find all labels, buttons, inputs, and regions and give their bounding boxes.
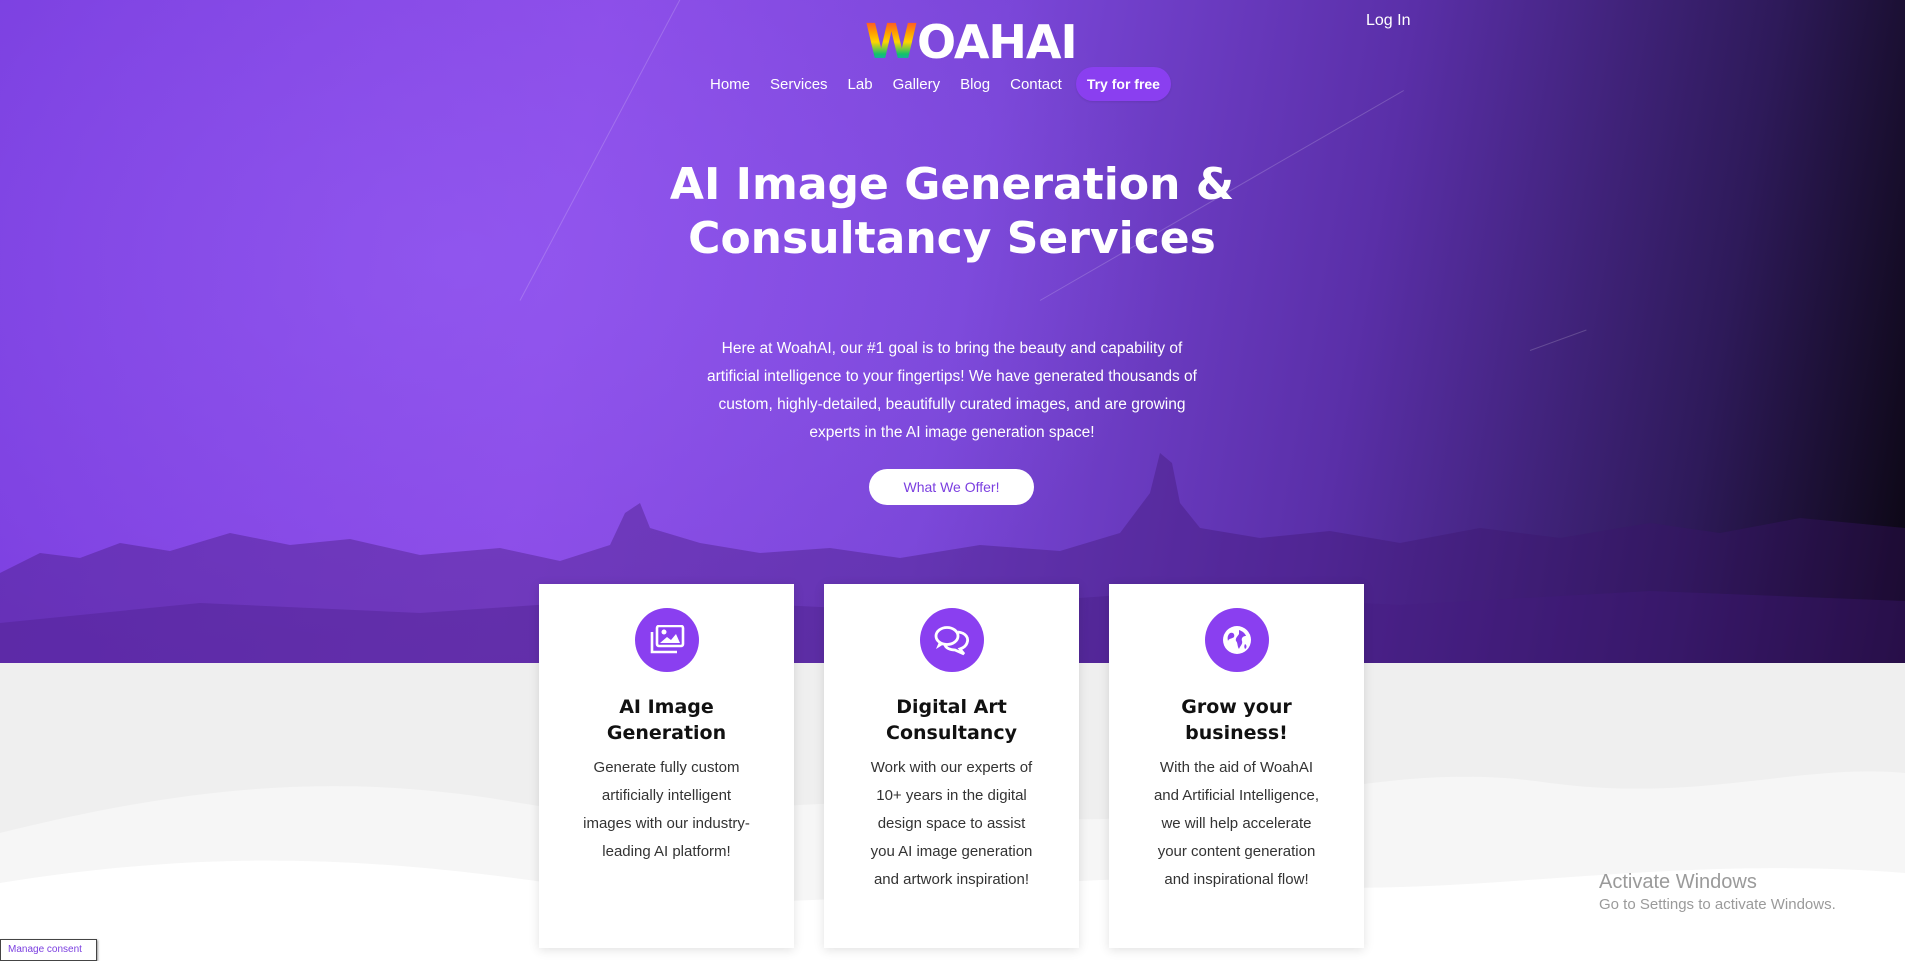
windows-activation-watermark: Activate Windows Go to Settings to activ… bbox=[1599, 871, 1836, 913]
hero-title: AI Image Generation & Consultancy Servic… bbox=[669, 159, 1235, 264]
service-card-image-generation: AI Image Generation Generate fully custo… bbox=[539, 584, 794, 948]
card-title: Digital Art Consultancy bbox=[886, 696, 1017, 744]
hero-description: Here at WoahAI, our #1 goal is to bring … bbox=[707, 340, 1197, 441]
sky-streak bbox=[1529, 329, 1587, 351]
globe-icon bbox=[1204, 608, 1269, 672]
card-text: With the aid of WoahAI and Artificial In… bbox=[1153, 759, 1320, 888]
card-title: Grow your business! bbox=[1181, 696, 1292, 744]
manage-consent-button[interactable]: Manage consent bbox=[0, 939, 97, 961]
nav-item-gallery[interactable]: Gallery bbox=[893, 76, 941, 93]
nav-item-blog[interactable]: Blog bbox=[960, 76, 990, 93]
what-we-offer-button[interactable]: What We Offer! bbox=[869, 469, 1034, 505]
nav-item-contact[interactable]: Contact bbox=[1010, 76, 1062, 93]
logo[interactable]: W OAHAI bbox=[865, 14, 1078, 70]
watermark-subtitle: Go to Settings to activate Windows. bbox=[1599, 896, 1836, 913]
card-text: Work with our experts of 10+ years in th… bbox=[870, 759, 1033, 888]
nav-item-services[interactable]: Services bbox=[770, 76, 828, 93]
card-title: AI Image Generation bbox=[606, 696, 727, 744]
nav-item-lab[interactable]: Lab bbox=[848, 76, 873, 93]
chat-bubbles-icon bbox=[919, 608, 984, 672]
logo-letter: W bbox=[865, 14, 918, 70]
nav-item-home[interactable]: Home bbox=[710, 76, 750, 93]
card-text: Generate fully custom artificially intel… bbox=[583, 759, 750, 860]
watermark-title: Activate Windows bbox=[1599, 871, 1757, 893]
main-nav: Home Services Lab Gallery Blog Contact T… bbox=[700, 66, 1181, 102]
service-card-consultancy: Digital Art Consultancy Work with our ex… bbox=[824, 584, 1079, 948]
login-link[interactable]: Log In bbox=[1366, 12, 1410, 30]
try-for-free-button[interactable]: Try for free bbox=[1075, 67, 1171, 101]
logo-text: OAHAI bbox=[916, 15, 1078, 69]
service-card-grow-business: Grow your business! With the aid of Woah… bbox=[1109, 584, 1364, 948]
images-icon bbox=[634, 608, 699, 672]
